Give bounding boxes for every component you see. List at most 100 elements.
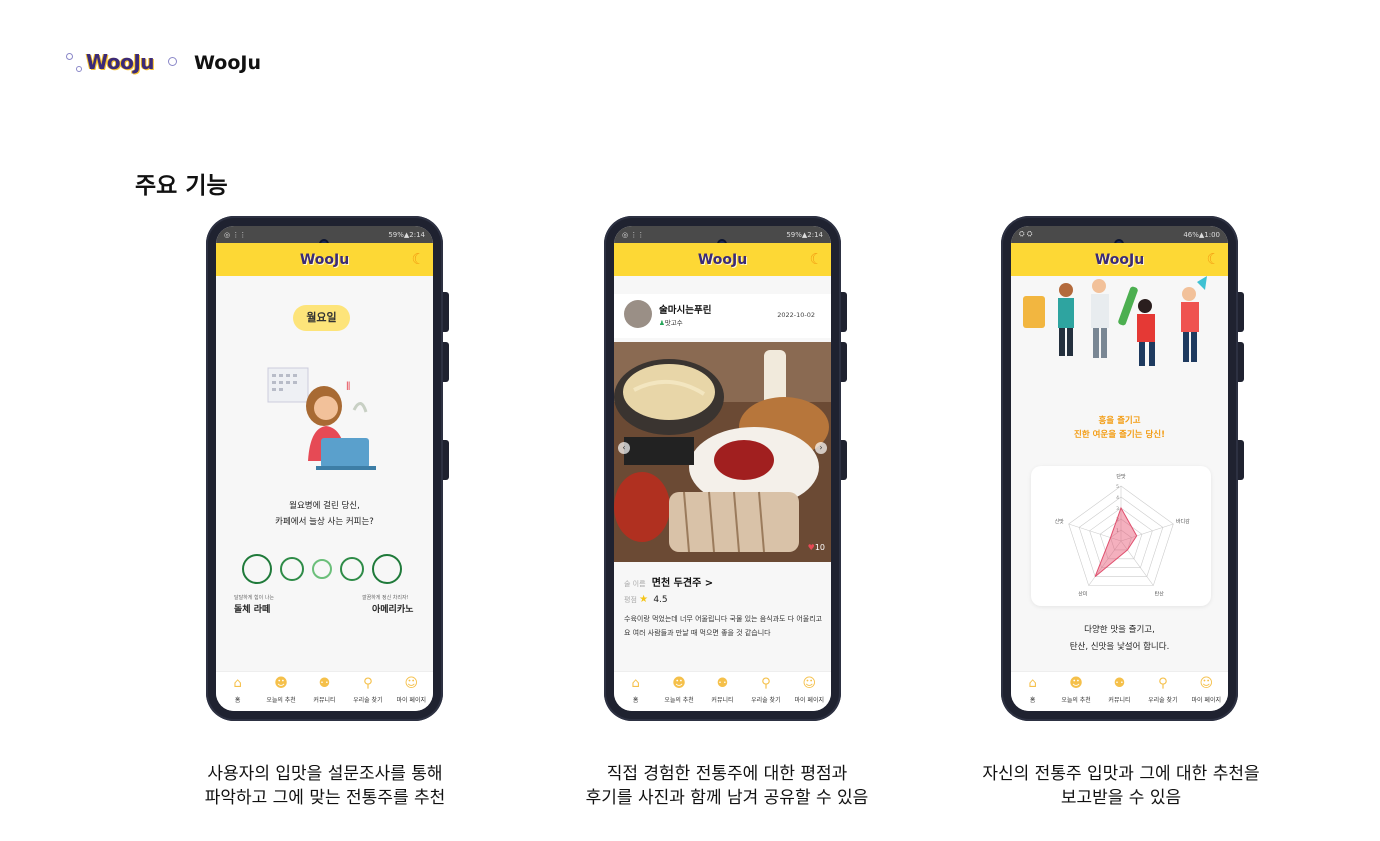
left-answer: 돌체 라떼 (234, 605, 271, 615)
taste-radar-chart: 단맛바디감탄산산미신맛54321 (1055, 473, 1191, 598)
radar-axis-label: 탄산 (1155, 591, 1165, 598)
phone-screen: ◎ ⋮⋮ 59%▲2:14 WooJu ☾ 월요일 ǁ 월요병에 걸린 당신, … (216, 226, 433, 711)
wooju-logo: WooJu (64, 48, 182, 78)
post-header: 술마시는푸린 ♟맛고수 2022-10-02 (614, 294, 831, 338)
home-icon: ⌂ (631, 676, 640, 691)
tab-home[interactable]: ⌂ 홈 (1011, 676, 1054, 704)
community-icon: ⚉ (318, 676, 331, 691)
feature-caption-3: 자신의 전통주 입맛과 그에 대한 추천을 보고받을 수 있음 (982, 764, 1260, 808)
bottom-tab-bar: ⌂ 홈 ☻ 오늘의 추천 ⚉ 커뮤니티 ⚲ 우리술 찾기 ☺ 마이 페이지 (216, 671, 433, 711)
sool-label: 술 이름 (624, 580, 646, 588)
tab-home[interactable]: ⌂ 홈 (216, 676, 259, 704)
bottle-search-icon: ⚲ (363, 676, 373, 691)
review-text: 수육이랑 먹었는데 너무 어울립니다 국물 있는 음식과도 다 어울리고요 여러… (624, 615, 823, 637)
tab-my-page[interactable]: ☺ 마이 페이지 (1185, 676, 1228, 704)
dark-mode-moon-icon[interactable]: ☾ (1207, 250, 1220, 268)
avatar[interactable] (624, 300, 652, 328)
likert-scale (242, 554, 402, 584)
community-icon: ⚉ (1113, 676, 1126, 691)
app-logo[interactable]: WooJu (300, 252, 349, 268)
app-bar: WooJu ☾ (614, 243, 831, 276)
bottom-tab-bar: ⌂ 홈 ☻ 오늘의 추천 ⚉ 커뮤니티 ⚲ 우리술 찾기 ☺ 마이 페이지 (1011, 671, 1228, 711)
user-badge: ♟맛고수 (659, 319, 683, 327)
phone-mockup-taste-result: ⛭ ⛭ 46%▲1:00 WooJu ☾ 흥을 즐기고 진한 여운을 즐기는 당… (1001, 216, 1244, 721)
star-icon: ★ (639, 594, 649, 605)
day-pill: 월요일 (293, 305, 350, 331)
tab-find-sool[interactable]: ⚲ 우리술 찾기 (1141, 676, 1184, 704)
brand-header: WooJu WooJu (64, 48, 261, 78)
taste-description: 다양한 맛을 즐기고, 탄산, 신맛을 낯설어 합니다. (1069, 625, 1170, 652)
person-recommend-icon: ☻ (274, 676, 288, 691)
radar-axis-label: 단맛 (1116, 473, 1126, 480)
radar-axis-label: 바디감 (1176, 518, 1190, 525)
sool-name-link[interactable]: 면천 두견주 > (652, 578, 713, 589)
tab-community[interactable]: ⚉ 커뮤니티 (701, 676, 744, 704)
tab-home[interactable]: ⌂ 홈 (614, 676, 657, 704)
food-photo-illustration (614, 342, 831, 562)
bottle-search-icon: ⚲ (1158, 676, 1168, 691)
status-right: 59%▲2:14 (388, 230, 425, 239)
tired-woman-laptop-illustration: ǁ (267, 367, 376, 470)
heart-icon: ♥ (807, 543, 815, 552)
brand-title: WooJu (194, 52, 261, 74)
tab-recommend[interactable]: ☻ 오늘의 추천 (658, 676, 701, 704)
bubble-icon (168, 57, 177, 66)
my-page-icon: ☺ (1199, 676, 1214, 691)
choice-circle-3[interactable] (312, 559, 332, 579)
radar-axis-label: 산미 (1078, 591, 1087, 598)
sool-name-row: 술 이름 면천 두견주 > (624, 574, 713, 589)
radar-tick-label: 3 (1116, 506, 1119, 512)
community-icon: ⚉ (716, 676, 729, 691)
dark-mode-moon-icon[interactable]: ☾ (412, 250, 425, 268)
username[interactable]: 술마시는푸린 (659, 302, 711, 316)
app-logo[interactable]: WooJu (698, 252, 747, 268)
party-people-illustration (1023, 276, 1207, 366)
bubble-icon (66, 53, 73, 60)
food-photo[interactable]: ‹ › ♥10 (614, 342, 831, 562)
my-page-icon: ☺ (404, 676, 419, 691)
prev-photo-arrow[interactable]: ‹ (618, 442, 630, 454)
section-title: 주요 기능 (135, 173, 228, 199)
phone-screen: ⛭ ⛭ 46%▲1:00 WooJu ☾ 흥을 즐기고 진한 여운을 즐기는 당… (1011, 226, 1228, 711)
tab-my-page[interactable]: ☺ 마이 페이지 (788, 676, 831, 704)
person-recommend-icon: ☻ (1069, 676, 1083, 691)
bottom-tab-bar: ⌂ 홈 ☻ 오늘의 추천 ⚉ 커뮤니티 ⚲ 우리술 찾기 ☺ 마이 페이지 (614, 671, 831, 711)
survey-question: 월요병에 걸린 당신, 카페에서 늘상 사는 커피는? (216, 498, 433, 530)
app-bar: WooJu ☾ (1011, 243, 1228, 276)
feature-caption-1: 사용자의 입맛을 설문조사를 통해 파악하고 그에 맞는 전통주를 추천 (204, 764, 446, 808)
next-photo-arrow[interactable]: › (815, 442, 827, 454)
question-line-2: 카페에서 늘상 사는 커피는? (275, 517, 374, 527)
tab-community[interactable]: ⚉ 커뮤니티 (303, 676, 346, 704)
app-logo[interactable]: WooJu (1095, 252, 1144, 268)
choice-circle-4[interactable] (340, 557, 364, 581)
my-page-icon: ☺ (802, 676, 817, 691)
status-icons-left: ◎ ⋮⋮ (622, 230, 645, 239)
question-line-1: 월요병에 걸린 당신, (289, 501, 360, 511)
radar-tick-label: 5 (1116, 484, 1119, 490)
app-bar: WooJu ☾ (216, 243, 433, 276)
right-answer-hint: 깔끔하게 정신 차리자! (362, 595, 409, 601)
tab-my-page[interactable]: ☺ 마이 페이지 (390, 676, 433, 704)
home-icon: ⌂ (233, 676, 242, 691)
radar-tick-label: 4 (1116, 495, 1119, 501)
tab-find-sool[interactable]: ⚲ 우리술 찾기 (346, 676, 389, 704)
feature-caption-2: 직접 경험한 전통주에 대한 평점과 후기를 사진과 함께 남겨 공유할 수 있… (585, 764, 869, 808)
svg-text:ǁ: ǁ (346, 381, 350, 391)
status-right: 59%▲2:14 (786, 230, 823, 239)
tab-find-sool[interactable]: ⚲ 우리술 찾기 (744, 676, 787, 704)
choice-circle-2[interactable] (280, 557, 304, 581)
tab-recommend[interactable]: ☻ 오늘의 추천 (1055, 676, 1098, 704)
taste-type-title: 흥을 즐기고 진한 여운을 즐기는 당신! (1074, 416, 1165, 440)
status-right: 46%▲1:00 (1183, 230, 1220, 239)
likes-count[interactable]: ♥10 (808, 543, 825, 552)
tab-community[interactable]: ⚉ 커뮤니티 (1098, 676, 1141, 704)
tab-recommend[interactable]: ☻ 오늘의 추천 (260, 676, 303, 704)
choice-circle-1[interactable] (242, 554, 272, 584)
dark-mode-moon-icon[interactable]: ☾ (810, 250, 823, 268)
phone-mockup-review: ◎ ⋮⋮ 59%▲2:14 WooJu ☾ 술마시는푸린 ♟맛고수 2022-1… (604, 216, 847, 721)
bottle-search-icon: ⚲ (761, 676, 771, 691)
person-recommend-icon: ☻ (672, 676, 686, 691)
choice-circle-5[interactable] (372, 554, 402, 584)
rating-row: 평점 ★ 4.5 (624, 594, 668, 605)
phone-mockup-survey: ◎ ⋮⋮ 59%▲2:14 WooJu ☾ 월요일 ǁ 월요병에 걸린 당신, … (206, 216, 449, 721)
